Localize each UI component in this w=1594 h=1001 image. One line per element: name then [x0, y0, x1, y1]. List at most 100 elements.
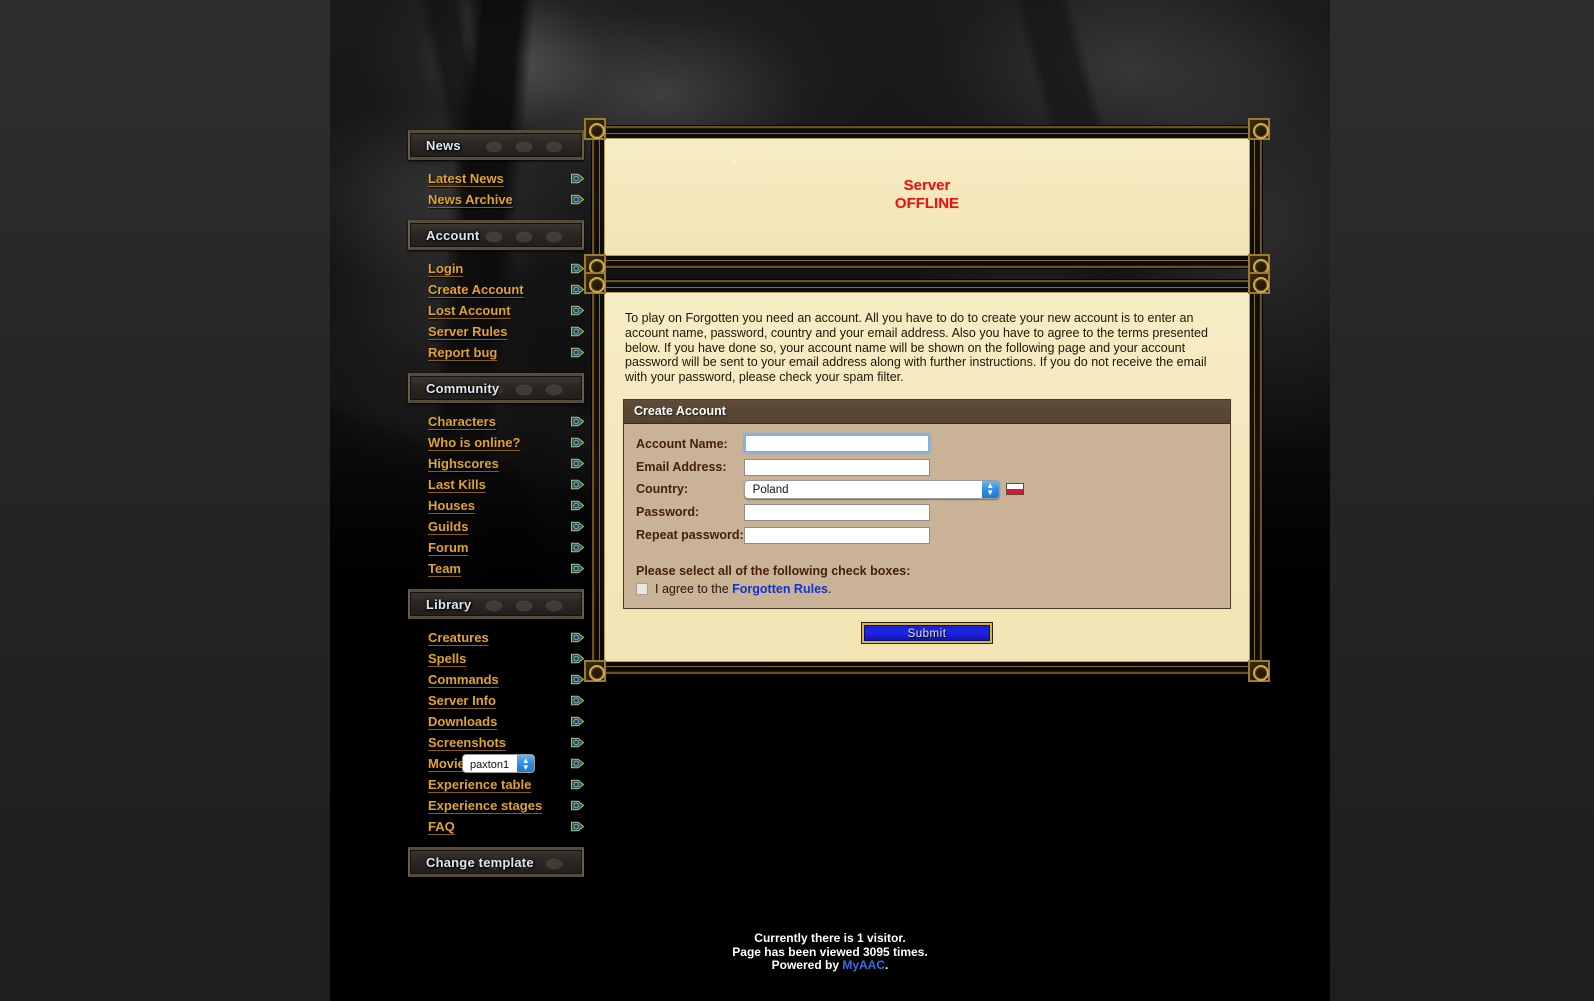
intro-paragraph: To play on Forgotten you need an account… — [625, 311, 1208, 385]
sidebar-item-create-account[interactable]: Create Account — [410, 279, 590, 300]
sidebar-item-houses[interactable]: Houses — [410, 495, 590, 516]
server-status-frame: Server OFFLINE — [584, 118, 1270, 276]
sidebar-block-news: Latest News News Archive — [410, 162, 590, 220]
arrow-bullet-icon — [571, 757, 584, 770]
sidebar-item-label: Report bug — [428, 345, 498, 360]
repeat-password-input[interactable] — [743, 526, 930, 544]
sidebar-item-downloads[interactable]: Downloads — [410, 711, 590, 732]
sidebar-block-community: Characters Who is online? Highscores Last K… — [410, 405, 590, 589]
corner-medallion-icon — [584, 118, 606, 140]
arrow-bullet-icon — [571, 820, 584, 833]
sidebar-item-creatures[interactable]: Creatures — [410, 627, 590, 648]
sidebar-item-spells[interactable]: Spells — [410, 648, 590, 669]
agree-suffix: . — [827, 581, 832, 596]
sidebar-item-label: Login — [428, 261, 464, 276]
sidebar-item-news-archive[interactable]: News Archive — [410, 189, 590, 210]
sidebar-item-label: Lost Account — [428, 303, 511, 318]
sidebar-item-screenshots[interactable]: Screenshots — [410, 732, 590, 753]
main-content: Server OFFLINE To play on Forgotten you … — [584, 118, 1270, 686]
sidebar-item-forum[interactable]: Forum — [410, 537, 590, 558]
agree-rules-checkbox[interactable] — [636, 582, 648, 595]
sidebar-item-label: Downloads — [428, 714, 498, 729]
account-name-input[interactable] — [743, 434, 930, 454]
arrow-bullet-icon — [571, 304, 584, 317]
country-select[interactable]: Poland ▲ ▼ — [743, 479, 1000, 499]
country-label: Country: — [636, 482, 689, 497]
sidebar-item-label: FAQ — [428, 819, 455, 834]
account-name-label: Account Name: — [636, 436, 728, 451]
arrow-bullet-icon — [571, 562, 584, 575]
forgotten-rules-link[interactable]: Forgotten Rules — [732, 582, 828, 596]
submit-wrapper: Submit — [623, 617, 1231, 647]
sidebar-item-last-kills[interactable]: Last Kills — [410, 474, 590, 495]
sidebar-item-label: Server Rules — [428, 324, 508, 339]
arrow-bullet-icon — [571, 652, 584, 665]
sidebar-item-server-info[interactable]: Server Info — [410, 690, 590, 711]
arrow-bullet-icon — [571, 172, 584, 185]
password-input[interactable] — [743, 504, 930, 522]
sidebar-header-label: News — [426, 137, 461, 153]
sidebar-header-label: Change template — [426, 854, 534, 870]
checkboxes-title: Please select all of the following check… — [636, 563, 911, 578]
arrow-bullet-icon — [571, 478, 584, 491]
sidebar-header-label: Community — [426, 380, 500, 396]
sidebar-item-login[interactable]: Login — [410, 258, 590, 279]
panel-title: Create Account — [624, 399, 1230, 424]
myaac-link[interactable]: MyAAC — [842, 958, 885, 972]
sidebar-item-label: Characters — [428, 414, 496, 429]
sidebar-item-server-rules[interactable]: Server Rules — [410, 321, 590, 342]
sidebar-item-label: Who is online? — [428, 435, 521, 450]
sidebar-item-who-is-online[interactable]: Who is online? — [410, 432, 590, 453]
arrow-bullet-icon — [571, 715, 584, 728]
corner-medallion-icon — [584, 659, 606, 682]
agree-rules-label: I agree to the Forgotten Rules. — [655, 582, 831, 596]
template-select-wrapper[interactable]: paxton1 ▲ ▼ — [462, 754, 536, 773]
arrow-bullet-icon — [571, 499, 584, 512]
sidebar-item-label: Server Info — [428, 693, 496, 708]
create-account-frame: To play on Forgotten you need an account… — [584, 272, 1270, 682]
footer-views: Page has been viewed 3095 times. — [732, 944, 928, 959]
sidebar-item-highscores[interactable]: Highscores — [410, 453, 590, 474]
footer-powered-suffix: . — [885, 958, 889, 972]
sidebar-item-guilds[interactable]: Guilds — [410, 516, 590, 537]
arrow-bullet-icon — [571, 262, 584, 275]
sidebar-item-label: Creatures — [428, 630, 489, 645]
sidebar-item-label: Experience table — [428, 777, 532, 792]
server-status-line1: Server — [903, 177, 951, 194]
arrow-bullet-icon — [571, 415, 584, 428]
template-select[interactable]: paxton1 ▲ ▼ — [462, 754, 536, 773]
email-address-label: Email Address: — [636, 459, 727, 474]
email-address-input[interactable] — [743, 458, 930, 476]
agree-rules-row[interactable]: I agree to the Forgotten Rules. — [636, 582, 1218, 596]
arrow-bullet-icon — [571, 541, 584, 554]
submit-button[interactable]: Submit — [862, 622, 992, 643]
country-select-value: Poland — [752, 483, 789, 496]
arrow-bullet-icon — [571, 694, 584, 707]
password-label: Password: — [636, 505, 700, 520]
form-row-account-name: Account Name: — [636, 432, 1024, 456]
sidebar-item-faq[interactable]: FAQ — [410, 816, 590, 837]
sidebar-item-label: Latest News — [428, 171, 504, 186]
corner-medallion-icon — [1248, 272, 1270, 294]
sidebar-item-experience-table[interactable]: Experience table — [410, 774, 590, 795]
sidebar-item-lost-account[interactable]: Lost Account — [410, 300, 590, 321]
sidebar-item-label: Houses — [428, 498, 475, 513]
sidebar-item-team[interactable]: Team — [410, 558, 590, 579]
form-row-password: Password: — [636, 501, 1024, 524]
sidebar-item-latest-news[interactable]: Latest News — [410, 168, 590, 189]
arrow-bullet-icon — [571, 193, 584, 206]
arrow-bullet-icon — [571, 457, 584, 470]
sidebar-item-characters[interactable]: Characters — [410, 411, 590, 432]
page-container: News Latest News News Archive Account Login C… — [330, 0, 1330, 1001]
sidebar-item-experience-stages[interactable]: Experience stages — [410, 795, 590, 816]
form-row-country: Country: Poland ▲ ▼ — [636, 478, 1024, 501]
stepper-arrows-icon[interactable]: ▲ ▼ — [981, 480, 999, 498]
sidebar-item-report-bug[interactable]: Report bug — [410, 342, 590, 363]
stepper-arrows-icon[interactable]: ▲ ▼ — [517, 755, 535, 772]
server-status-line2: OFFLINE — [894, 195, 960, 212]
corner-medallion-icon — [1248, 659, 1270, 682]
sidebar-header-account: Account — [408, 220, 584, 250]
sidebar-item-commands[interactable]: Commands — [410, 669, 590, 690]
flag-poland-icon — [1005, 483, 1024, 496]
arrow-bullet-icon — [571, 631, 584, 644]
